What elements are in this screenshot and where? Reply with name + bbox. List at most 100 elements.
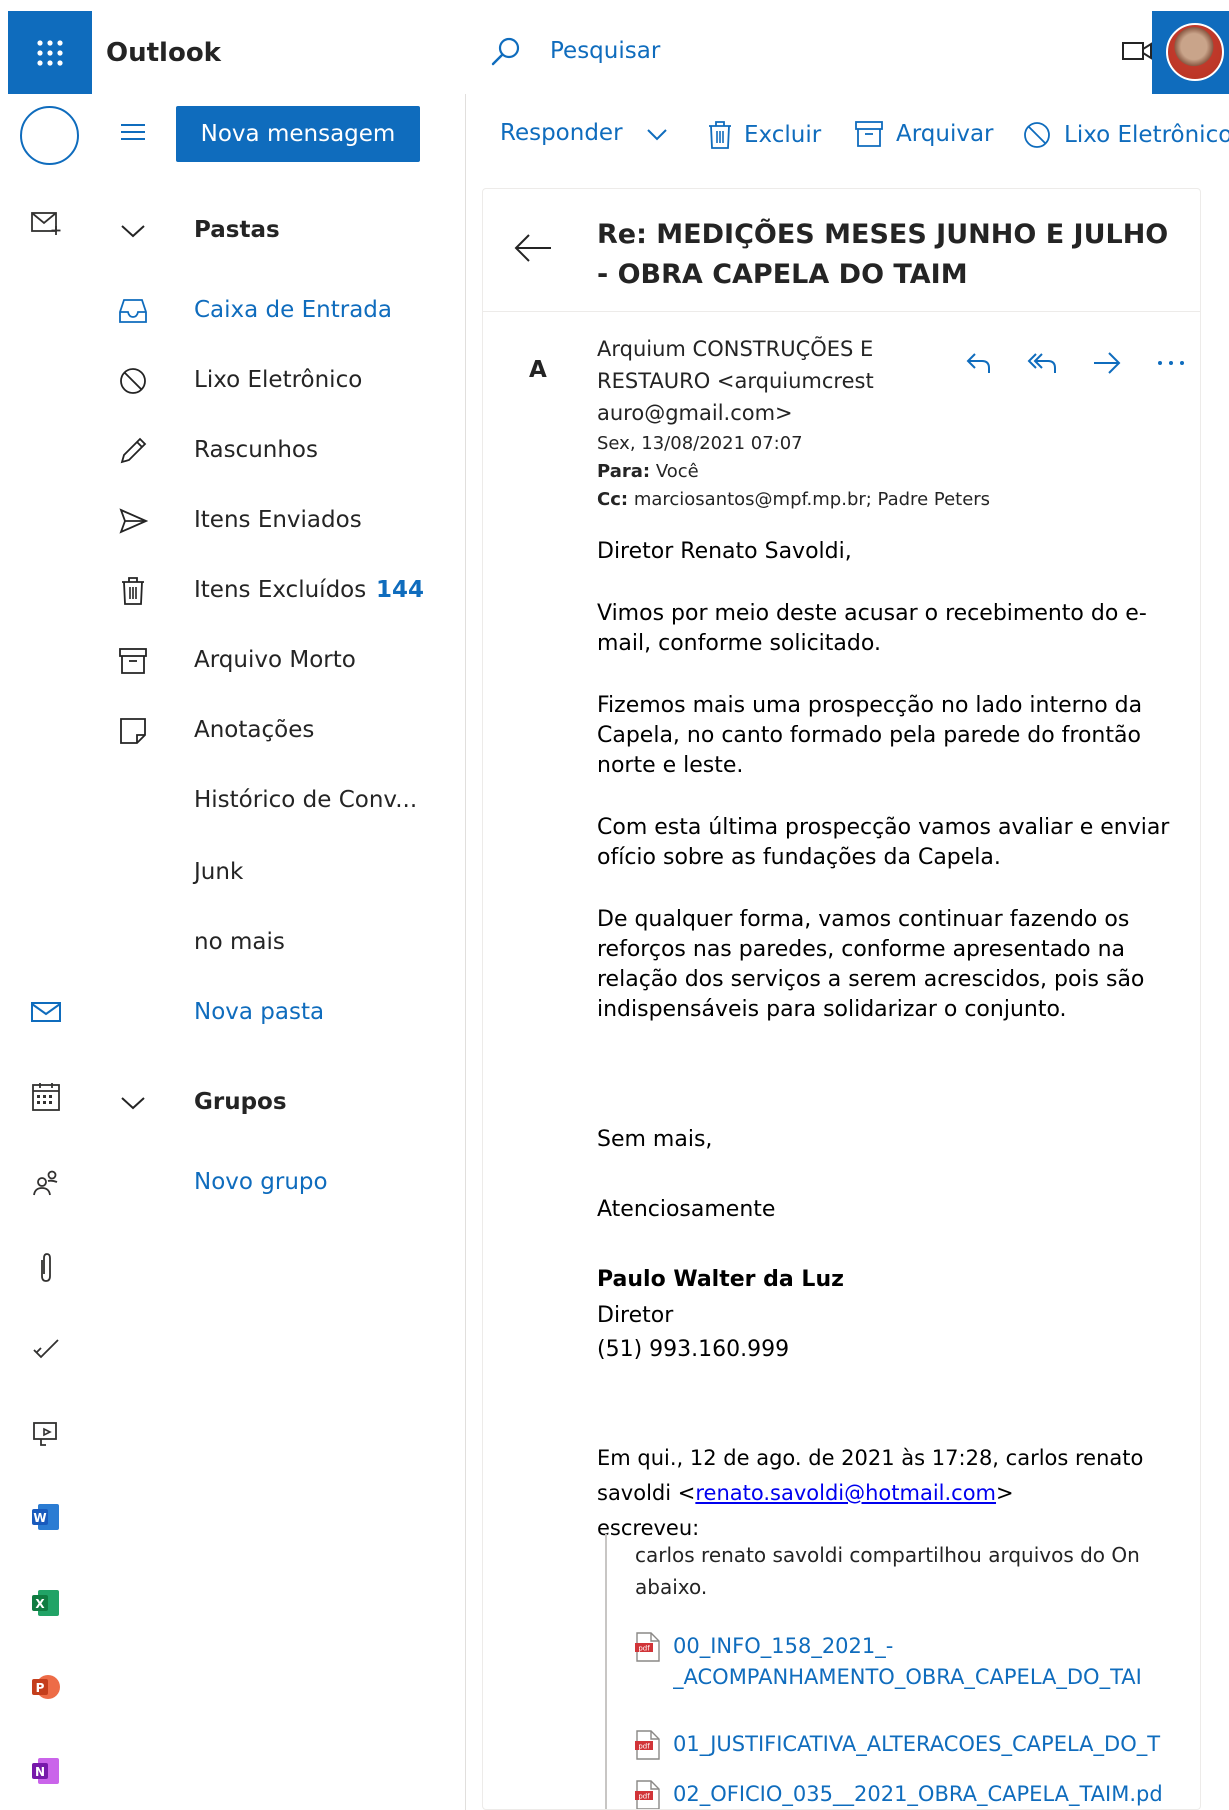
- rail-mail[interactable]: [0, 1000, 92, 1024]
- account-button[interactable]: [1152, 11, 1229, 94]
- folder-sent[interactable]: Itens Enviados: [92, 490, 466, 550]
- archive-icon: [855, 121, 883, 147]
- folder-deleted[interactable]: Itens Excluídos 144: [92, 560, 466, 620]
- folder-junk[interactable]: Junk: [92, 842, 466, 902]
- rail-word[interactable]: W: [0, 1502, 92, 1532]
- message-date: Sex, 13/08/2021 07:07: [597, 433, 803, 454]
- svg-text:X: X: [35, 1597, 45, 1611]
- apps-icon: [33, 1422, 57, 1446]
- chevron-down-icon: [118, 216, 148, 246]
- body-paragraph: Vimos por meio deste acusar o recebiment…: [597, 601, 1147, 656]
- folder-conversation-history[interactable]: Histórico de Conv...: [92, 770, 466, 830]
- folder-notes[interactable]: Anotações: [92, 700, 466, 760]
- attachment-link[interactable]: pdf 00_INFO_158_2021_- _ACOMPANHAMENTO_O…: [633, 1631, 1173, 1693]
- excel-icon: X: [32, 1590, 59, 1616]
- reading-pane: Re: MEDIÇÕES MESES JUNHO E JULHO - OBRA …: [482, 188, 1201, 1810]
- body-paragraph: Com esta última prospecção vamos avaliar…: [597, 815, 1170, 870]
- reply-icon: [966, 353, 990, 373]
- video-icon[interactable]: [1122, 40, 1152, 62]
- svg-text:pdf: pdf: [638, 1793, 650, 1801]
- rail-calendar[interactable]: [0, 1082, 92, 1112]
- rail-todo[interactable]: [0, 1336, 92, 1362]
- junk-button[interactable]: Lixo Eletrônico: [1022, 120, 1229, 150]
- groups-header[interactable]: Grupos: [92, 1072, 466, 1132]
- new-folder-link[interactable]: Nova pasta: [92, 982, 466, 1042]
- rail-excel[interactable]: X: [0, 1588, 92, 1618]
- signature-title: Diretor: [597, 1303, 674, 1328]
- powerpoint-icon: P: [32, 1675, 60, 1699]
- mail-add-icon: [31, 212, 61, 235]
- signature-name: Paulo Walter da Luz: [597, 1267, 844, 1292]
- message-subject: Re: MEDIÇÕES MESES JUNHO E JULHO - OBRA …: [597, 219, 1169, 290]
- search-input[interactable]: Pesquisar: [550, 38, 660, 64]
- checkmark-icon: [33, 1339, 59, 1359]
- attachment-link[interactable]: pdf 02_OFICIO_035__2021_OBRA_CAPELA_TAIM…: [633, 1779, 1173, 1809]
- rail-apps[interactable]: [0, 1418, 92, 1448]
- folder-junk-email[interactable]: Lixo Eletrônico: [92, 350, 466, 410]
- app-launcher-button[interactable]: [8, 11, 92, 94]
- sender-initial: A: [529, 357, 547, 383]
- svg-text:pdf: pdf: [638, 1743, 650, 1751]
- body-closing: Sem mais,: [597, 1127, 713, 1152]
- search-icon[interactable]: [490, 36, 522, 68]
- quoted-text: carlos renato savoldi compartilhou arqui…: [635, 1543, 1140, 1599]
- back-arrow-icon[interactable]: [513, 233, 553, 263]
- body-closing: Atenciosamente: [597, 1197, 776, 1222]
- folder-drafts[interactable]: Rascunhos: [92, 420, 466, 480]
- chevron-down-icon: [647, 129, 667, 141]
- rail-new-mail[interactable]: [0, 210, 92, 236]
- folder-no-mais[interactable]: no mais: [92, 912, 466, 972]
- message-actions: [947, 351, 1200, 375]
- top-bar: Outlook Pesquisar: [0, 0, 1229, 94]
- avatar: [1166, 23, 1224, 81]
- forward-action[interactable]: [1075, 351, 1139, 375]
- body-greeting: Diretor Renato Savoldi,: [597, 539, 852, 564]
- command-bar: Responder Excluir Arquivar Lixo Eletrôni…: [466, 106, 1229, 166]
- folders-header[interactable]: Pastas: [92, 200, 466, 260]
- rail-people[interactable]: [0, 1168, 92, 1198]
- archive-icon: [118, 646, 148, 676]
- body-paragraph: De qualquer forma, vamos continuar fazen…: [597, 907, 1145, 1022]
- paperclip-icon: [41, 1253, 51, 1282]
- folder-archive[interactable]: Arquivo Morto: [92, 630, 466, 690]
- attachment-link[interactable]: pdf 01_JUSTIFICATIVA_ALTERACOES_CAPELA_D…: [633, 1729, 1173, 1761]
- rail-onenote[interactable]: N: [0, 1756, 92, 1786]
- calendar-icon: [32, 1083, 60, 1111]
- folder-inbox[interactable]: Caixa de Entrada: [92, 280, 466, 340]
- new-message-button[interactable]: Nova mensagem: [176, 106, 420, 162]
- delete-button[interactable]: Excluir: [708, 120, 821, 150]
- junk-icon: [1024, 122, 1050, 148]
- new-group-link[interactable]: Novo grupo: [92, 1152, 466, 1212]
- people-icon: [33, 1170, 58, 1196]
- divider: [483, 311, 1200, 312]
- svg-text:W: W: [33, 1511, 46, 1525]
- reply-all-action[interactable]: [1011, 351, 1075, 375]
- word-icon: W: [32, 1504, 59, 1530]
- unread-count: 144: [376, 577, 425, 603]
- forward-icon: [1094, 352, 1121, 374]
- reply-dropdown[interactable]: [646, 128, 680, 142]
- trash-icon: [709, 121, 731, 149]
- app-title: Outlook: [106, 38, 221, 68]
- archive-button[interactable]: Arquivar: [854, 120, 994, 148]
- body-paragraph: Fizemos mais uma prospecção no lado inte…: [597, 693, 1143, 778]
- reply-action[interactable]: [947, 351, 1011, 375]
- sender[interactable]: Arquium CONSTRUÇÕES E RESTAURO <arquiumc…: [597, 333, 897, 429]
- trash-icon: [118, 576, 148, 606]
- more-icon: [1158, 361, 1184, 365]
- email-link[interactable]: renato.savoldi@hotmail.com: [695, 1481, 996, 1505]
- mail-icon: [31, 1002, 61, 1022]
- inbox-icon: [118, 296, 148, 326]
- waffle-icon: [37, 39, 63, 66]
- rail-powerpoint[interactable]: P: [0, 1672, 92, 1702]
- svg-text:P: P: [36, 1681, 45, 1695]
- hamburger-icon[interactable]: [120, 122, 146, 142]
- reply-button[interactable]: Responder: [500, 120, 623, 146]
- onenote-icon: N: [32, 1758, 59, 1784]
- pencil-icon: [118, 436, 148, 466]
- rail-files[interactable]: [0, 1252, 92, 1284]
- note-icon: [118, 716, 148, 746]
- profile-circle[interactable]: [20, 106, 79, 165]
- more-actions[interactable]: [1139, 359, 1200, 367]
- quote-intro: Em qui., 12 de ago. de 2021 às 17:28, ca…: [597, 1446, 1144, 1540]
